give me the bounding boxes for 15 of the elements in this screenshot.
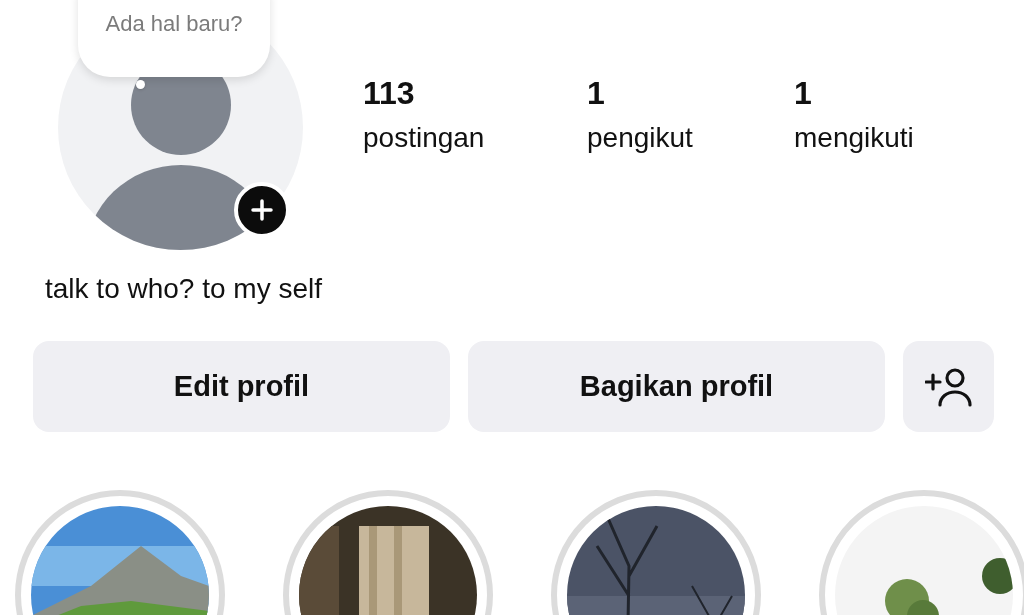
stat-label[interactable]: mengikuti (794, 122, 994, 154)
add-person-icon (924, 366, 973, 407)
bio-text: talk to who? to my self (45, 273, 323, 305)
plus-icon (251, 199, 273, 221)
stat-count[interactable]: 1 (794, 75, 994, 112)
stat-label[interactable]: postingan (363, 122, 587, 154)
stat-label[interactable]: pengikut (587, 122, 794, 154)
tooltip-tail (136, 80, 145, 89)
stat-count[interactable]: 1 (587, 75, 794, 112)
add-person-button[interactable] (903, 341, 994, 432)
profile-button[interactable]: Edit profil (33, 341, 450, 432)
note-text: Ada hal baru? (105, 11, 243, 37)
stat-count[interactable]: 113 (363, 75, 587, 112)
note-tooltip[interactable]: Ada hal baru? (78, 0, 270, 77)
profile-button[interactable]: Bagikan profil (468, 341, 885, 432)
